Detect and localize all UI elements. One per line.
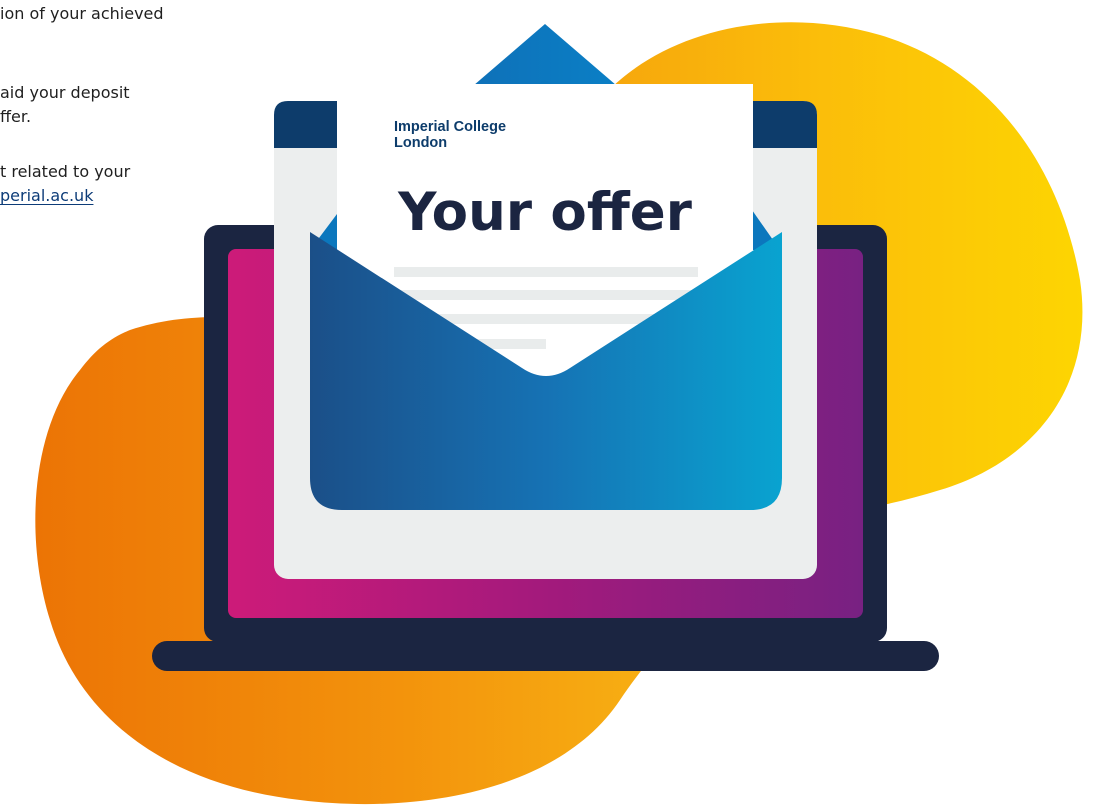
letter-brand-line-1: Imperial College: [394, 119, 506, 135]
letter-heading: Your offer: [397, 182, 692, 243]
laptop-envelope-illustration: Imperial College London Your offer: [35, 22, 1083, 805]
offer-illustration-page: ion of your achieved aid your deposit ff…: [0, 0, 1093, 812]
letter-line-1: [394, 267, 698, 277]
laptop-base: [152, 641, 939, 671]
letter-line-2: [394, 290, 698, 300]
letter-brand-line-2: London: [394, 135, 447, 151]
